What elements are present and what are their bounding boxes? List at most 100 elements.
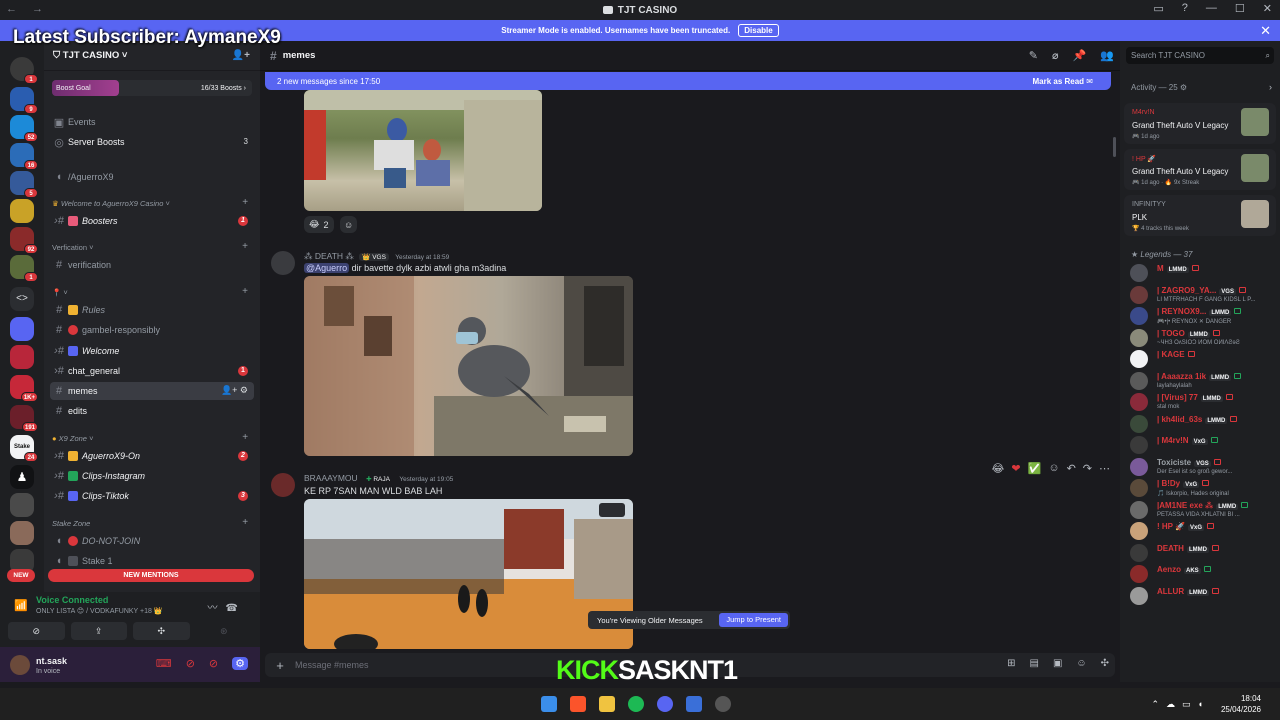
member-item[interactable]: | kh4lid_63s LMMD <box>1130 413 1274 435</box>
heart-emoji-icon[interactable]: ❤ <box>1011 462 1020 475</box>
member-item[interactable]: | [Virus] 77 LMMD stal mok <box>1130 391 1274 413</box>
user-mention[interactable]: @Aguerro <box>304 263 350 273</box>
brave-icon[interactable] <box>570 696 586 712</box>
add-channel-icon[interactable]: + <box>242 197 248 208</box>
screen-share-button[interactable]: ⇪ <box>70 622 127 640</box>
category-stake[interactable]: Stake Zone + <box>52 516 252 530</box>
channel-do-not-join[interactable]: ◖ DO-NOT-JOIN <box>50 532 254 550</box>
system-tray[interactable]: ⌃☁▭◖ <box>1152 699 1210 710</box>
server-icon[interactable]: 1K+ <box>10 375 38 402</box>
server-icon[interactable] <box>10 345 34 369</box>
pin-icon[interactable]: 📌 <box>1073 49 1087 62</box>
camera-off-button[interactable]: ⊘ <box>8 622 65 640</box>
chevron-right-icon[interactable]: › <box>1269 82 1272 92</box>
member-item[interactable]: Aenzo AKS <box>1130 563 1274 585</box>
server-icon[interactable]: 1 <box>10 57 38 84</box>
server-icon[interactable]: 5 <box>10 171 38 198</box>
server-icon[interactable]: 52 <box>10 115 38 142</box>
channel-edits[interactable]: # edits <box>50 402 254 420</box>
file-explorer-icon[interactable] <box>599 696 615 712</box>
gear-icon[interactable]: ⚙ <box>232 657 248 670</box>
minimize-button[interactable]: — <box>1206 2 1217 15</box>
channel-verification[interactable]: # verification <box>50 256 254 274</box>
meme-image[interactable] <box>304 90 542 211</box>
member-item[interactable]: |AM1NE exe ⁂ LMMD PETASSA VIDA XHLATNI BI … <box>1130 499 1274 521</box>
disable-button[interactable]: Disable <box>738 24 779 37</box>
server-icon[interactable] <box>10 199 34 223</box>
category-unnamed[interactable]: 📍 ˅ + <box>52 285 252 299</box>
username[interactable]: BRAAAYMOU <box>304 473 358 483</box>
voice-title[interactable]: Voice Connected <box>36 595 108 605</box>
add-channel-icon[interactable]: + <box>242 241 248 252</box>
add-channel-icon[interactable]: + <box>242 286 248 297</box>
member-item[interactable]: | TOGO LMMD ~ЧНЗ ОʌЅIOƆ ИOM OИIɅƧɘƧ <box>1130 327 1274 349</box>
voice-controls[interactable]: 〰☎ <box>208 599 246 614</box>
channel-rules[interactable]: # Rules <box>50 301 254 319</box>
jump-to-present-button[interactable]: Jump to Present <box>719 613 788 627</box>
search-input[interactable]: Search TJT CASINO ⌕ <box>1126 47 1274 64</box>
server-icon[interactable] <box>10 493 34 517</box>
soundboard-button[interactable]: ⊛ <box>196 622 253 640</box>
member-item[interactable]: ! HP 🚀 VxG <box>1130 520 1274 542</box>
category-welcome[interactable]: ♛ Welcome to AguerroX9 Casino ˅ + <box>52 196 252 210</box>
channel-chat-general[interactable]: ›# chat_general 1 <box>50 362 254 380</box>
clock[interactable]: 18:04 25/04/2026 <box>1221 693 1261 715</box>
channel-welcome[interactable]: ›# Welcome <box>50 342 254 360</box>
username[interactable]: ⁂ DEATH ⁂ <box>304 251 354 261</box>
channel-aguerro[interactable]: ◖/AguerroX9 <box>50 168 254 186</box>
mark-as-read-button[interactable]: Mark as Read ✉ <box>1032 77 1093 86</box>
member-item[interactable]: | B!Dy VxG 🎵 Iskorpio, Hades original <box>1130 477 1274 499</box>
new-pill[interactable]: NEW <box>7 569 35 582</box>
server-icon[interactable]: 92 <box>10 227 38 254</box>
inbox-icon[interactable]: ▭ <box>1153 2 1163 15</box>
laugh-emoji-icon[interactable]: 😂 <box>992 462 1005 475</box>
member-item[interactable]: | M4rv!N VxG <box>1130 434 1274 456</box>
server-icon[interactable] <box>10 317 34 341</box>
new-messages-bar[interactable]: 2 new messages since 17:50 Mark as Read … <box>265 72 1111 90</box>
server-icon[interactable]: 16 <box>10 143 38 170</box>
windows-start-icon[interactable] <box>541 696 557 712</box>
category-x9[interactable]: ● X9 Zone ˅ + <box>52 431 252 445</box>
server-icon[interactable] <box>10 521 34 545</box>
avatar[interactable] <box>271 473 295 497</box>
plus-icon[interactable]: + <box>265 658 295 673</box>
gear-icon[interactable]: ⚙ <box>1180 83 1187 92</box>
more-icon[interactable]: ⋯ <box>1099 462 1110 475</box>
server-icon[interactable]: ♟ <box>10 465 34 489</box>
server-boosts-item[interactable]: ◎ Server Boosts 3 <box>50 133 254 151</box>
channel-boosters[interactable]: ›# Boosters 1 <box>50 212 254 230</box>
code-server-icon[interactable]: <> <box>10 287 34 311</box>
activity-card[interactable]: ! HP 🚀 Grand Theft Auto V Legacy 🎮 1d ag… <box>1124 149 1276 190</box>
server-icon[interactable]: 191 <box>10 405 38 432</box>
gift-icon[interactable]: ⊞ <box>1007 658 1015 669</box>
activities-button[interactable]: ✣ <box>133 622 190 640</box>
category-verification[interactable]: Verfication ˅ + <box>52 240 252 254</box>
voice-channel[interactable]: ONLY LISTA 😊 / VODKAFUNKY +18 👑 <box>36 607 163 615</box>
events-item[interactable]: ▣ Events <box>50 113 254 131</box>
member-item[interactable]: M LMMD <box>1130 262 1274 284</box>
add-reaction-icon[interactable]: ☺ <box>1048 462 1059 475</box>
channel-aguerro-on[interactable]: ›# AguerroX9-On 2 <box>50 447 254 465</box>
game-screenshot[interactable] <box>304 499 633 649</box>
channel-stake1[interactable]: ◖ Stake 1 <box>50 552 254 570</box>
add-channel-icon[interactable]: + <box>242 432 248 443</box>
server-icon[interactable]: 1 <box>10 255 38 282</box>
check-emoji-icon[interactable]: ✅ <box>1028 462 1042 475</box>
gif-icon[interactable]: ▤ <box>1029 658 1038 669</box>
apps-icon[interactable]: ✣ <box>1101 658 1109 669</box>
new-mentions-pill[interactable]: NEW MENTIONS <box>48 569 254 582</box>
channel-settings-icon[interactable]: 👤+ ⚙ <box>221 385 248 396</box>
activity-card[interactable]: INFINITYY PLK 🏆 4 tracks this week <box>1124 195 1276 236</box>
add-channel-icon[interactable]: + <box>242 517 248 528</box>
stake-server-icon[interactable]: Stake 24 <box>10 435 38 462</box>
discord-icon[interactable] <box>657 696 673 712</box>
message-hover-toolbar[interactable]: 😂 ❤ ✅ ☺ ↶ ↷ ⋯ <box>992 462 1110 475</box>
channel-gambel[interactable]: # gambel-responsibly <box>50 321 254 339</box>
close-button[interactable]: ✕ <box>1263 2 1272 15</box>
member-item[interactable]: DEATH LMMD <box>1130 542 1274 564</box>
user-name[interactable]: nt.sask <box>36 656 67 666</box>
member-item[interactable]: | ZAGRO9_YA... VGS LI MTFRHACH F GANG KIDS… <box>1130 284 1274 306</box>
mute-icon[interactable]: ⌀ <box>1052 49 1059 62</box>
signal-icon[interactable]: 📶 <box>14 599 28 612</box>
obs-icon[interactable] <box>715 696 731 712</box>
